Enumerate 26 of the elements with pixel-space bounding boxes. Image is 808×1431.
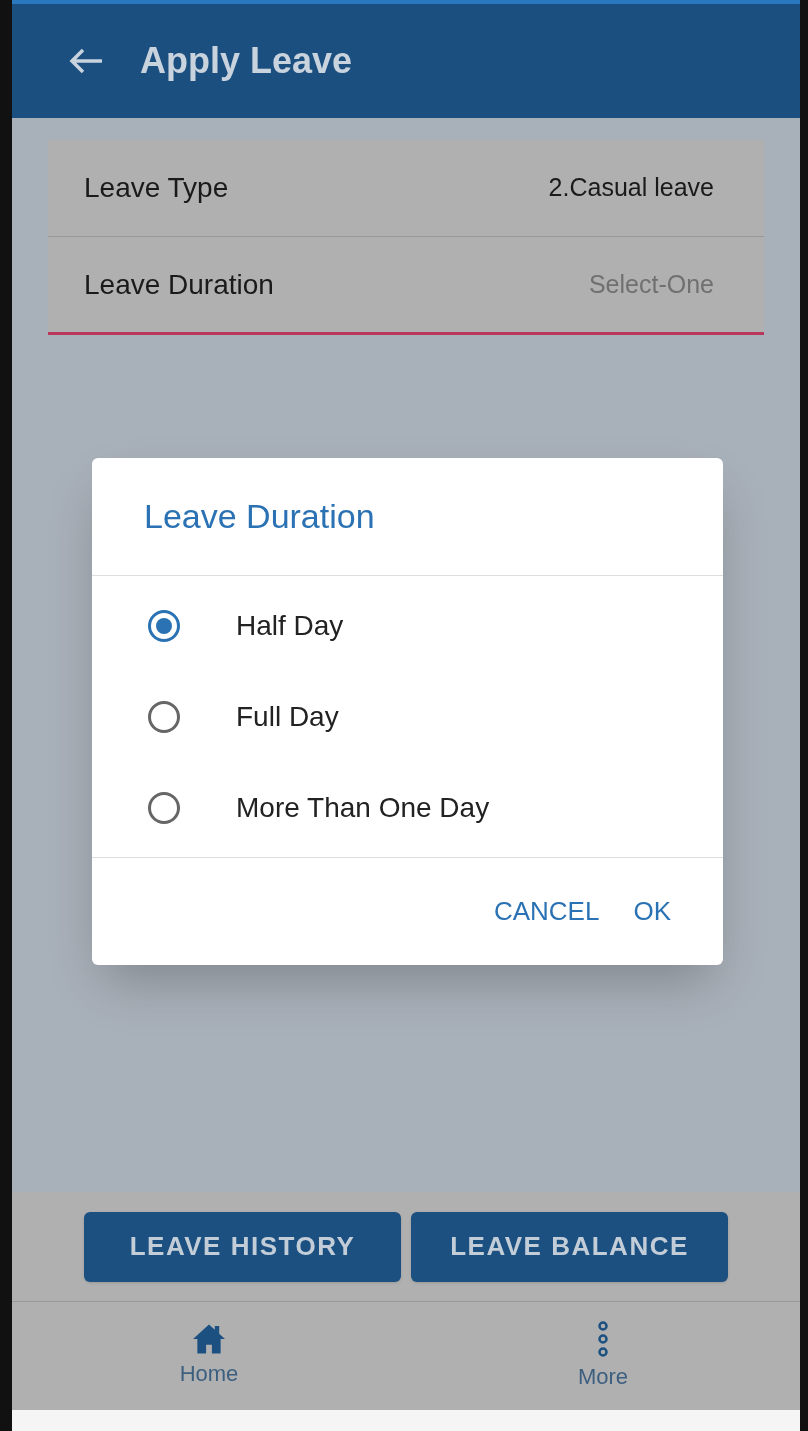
nav-tab[interactable]: More: [406, 1302, 800, 1410]
radio-button[interactable]: [148, 791, 180, 824]
home-icon: [191, 1322, 227, 1355]
field-value: 2.Casual leave: [548, 172, 714, 204]
dialog-button[interactable]: OK: [621, 884, 683, 939]
field-label: Leave Duration: [84, 267, 274, 302]
form-row[interactable]: Leave Type 2.Casual leave: [48, 140, 764, 236]
option-label: More Than One Day: [236, 790, 490, 825]
nav-tab[interactable]: Home: [12, 1302, 406, 1410]
radio-button[interactable]: [148, 700, 180, 733]
form-row[interactable]: Leave Duration Select-One: [48, 236, 764, 332]
radio-option[interactable]: Half Day: [92, 580, 723, 671]
field-label: Leave Type: [84, 171, 229, 205]
option-label: Full Day: [236, 699, 339, 734]
radio-button[interactable]: [148, 609, 180, 642]
dialog-title: Leave Duration: [144, 496, 375, 537]
field-value: Select-One: [588, 268, 714, 300]
action-button[interactable]: LEAVE BALANCE: [411, 1211, 728, 1282]
option-label: Half Day: [236, 608, 344, 643]
screen-title: Apply Leave: [140, 39, 353, 83]
more-icon: [597, 1319, 609, 1358]
dialog-button[interactable]: CANCEL: [481, 884, 612, 939]
radio-option[interactable]: More Than One Day: [92, 762, 723, 853]
action-button[interactable]: LEAVE HISTORY: [84, 1211, 401, 1282]
back-arrow-icon[interactable]: [68, 47, 104, 75]
radio-option[interactable]: Full Day: [92, 671, 723, 762]
